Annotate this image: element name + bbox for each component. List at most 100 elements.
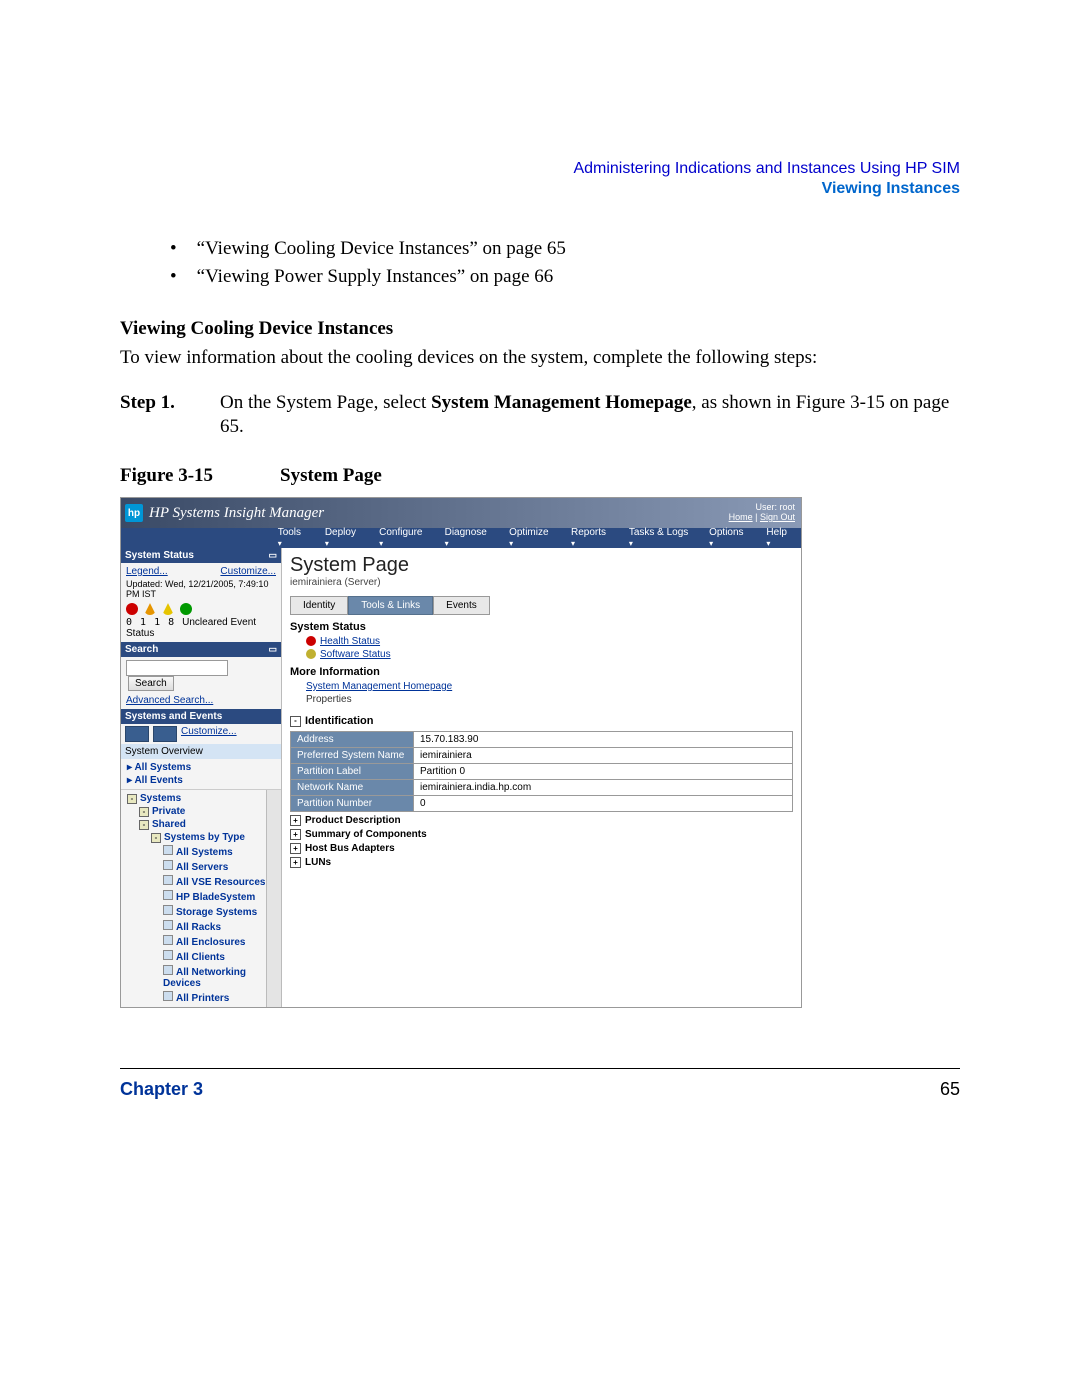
home-link[interactable]: Home <box>729 512 753 522</box>
panel-systems-events-header: Systems and Events <box>121 709 281 724</box>
page-subtitle: iemirainiera (Server) <box>290 577 793 588</box>
expand-icon: + <box>290 857 301 868</box>
critical-icon <box>306 636 316 646</box>
menu-optimize[interactable]: Optimize <box>499 527 561 549</box>
expand-icon: + <box>290 815 301 826</box>
legend-link[interactable]: Legend... <box>126 566 168 577</box>
expand-summary-components[interactable]: +Summary of Components <box>290 829 793 840</box>
app-titlebar: hp HP Systems Insight Manager User: root… <box>121 498 801 528</box>
bullet-dot-icon: • <box>170 238 177 260</box>
expand-product-description[interactable]: +Product Description <box>290 815 793 826</box>
menu-tasks-logs[interactable]: Tasks & Logs <box>619 527 699 549</box>
table-row: Network Nameiemirainiera.india.hp.com <box>291 780 793 796</box>
advanced-search-link[interactable]: Advanced Search... <box>126 695 276 706</box>
running-header: Administering Indications and Instances … <box>120 160 960 198</box>
customize-link[interactable]: Customize... <box>181 726 237 742</box>
system-overview-item[interactable]: System Overview <box>121 744 281 759</box>
menu-diagnose[interactable]: Diagnose <box>435 527 499 549</box>
page-number: 65 <box>940 1079 960 1100</box>
tree-shared[interactable]: -Shared <box>137 818 277 831</box>
table-row: Partition LabelPartition 0 <box>291 764 793 780</box>
tree-leaf[interactable]: All Clients <box>161 949 277 964</box>
table-row: Partition Number0 <box>291 796 793 812</box>
tab-identity[interactable]: Identity <box>290 596 348 615</box>
header-section-title: Viewing Instances <box>120 180 960 198</box>
menu-configure[interactable]: Configure <box>369 527 434 549</box>
bullet-text: “Viewing Power Supply Instances” on page… <box>197 266 554 288</box>
page-footer: Chapter 3 65 <box>120 1068 960 1100</box>
folder-icon <box>163 950 173 960</box>
properties-link[interactable]: Properties <box>306 694 793 705</box>
tree-all-systems[interactable]: ▸ All Systems <box>125 761 277 774</box>
folder-icon <box>163 875 173 885</box>
tree-private[interactable]: -Private <box>137 805 277 818</box>
header-chapter-title: Administering Indications and Instances … <box>120 160 960 178</box>
figure-caption: Figure 3-15 System Page <box>120 465 960 487</box>
folder-icon <box>163 965 173 975</box>
bullet-item: • “Viewing Cooling Device Instances” on … <box>170 238 960 260</box>
folder-icon <box>163 890 173 900</box>
tree-leaf[interactable]: All Racks <box>161 919 277 934</box>
menu-reports[interactable]: Reports <box>561 527 619 549</box>
step-1: Step 1. On the System Page, select Syste… <box>120 391 960 440</box>
tree-leaf[interactable]: All Servers <box>161 859 277 874</box>
main-menubar: Tools Deploy Configure Diagnose Optimize… <box>121 528 801 548</box>
tree-leaf[interactable]: All VSE Resources <box>161 874 277 889</box>
mini-button-1[interactable] <box>125 726 149 742</box>
tab-events[interactable]: Events <box>433 596 490 615</box>
updated-timestamp: Updated: Wed, 12/21/2005, 7:49:10 PM IST <box>126 579 276 599</box>
menu-help[interactable]: Help <box>756 527 801 549</box>
smh-link[interactable]: System Management Homepage <box>306 681 793 692</box>
tree-leaf[interactable]: HP BladeSystem <box>161 889 277 904</box>
major-icon <box>144 603 156 615</box>
tree-leaf[interactable]: All Enclosures <box>161 934 277 949</box>
critical-icon <box>126 603 138 615</box>
expand-icon: + <box>290 843 301 854</box>
menu-deploy[interactable]: Deploy <box>315 527 369 549</box>
collapse-icon[interactable]: - <box>290 716 301 727</box>
folder-icon <box>163 991 173 1001</box>
expand-icon: + <box>290 829 301 840</box>
mini-button-2[interactable] <box>153 726 177 742</box>
section-more-information: More Information <box>290 666 793 678</box>
tree-leaf[interactable]: All Printers <box>161 990 277 1005</box>
folder-icon <box>163 845 173 855</box>
tabs: Identity Tools & Links Events <box>290 596 793 615</box>
software-status-link[interactable]: Software Status <box>306 649 793 660</box>
folder-icon <box>163 935 173 945</box>
expand-luns[interactable]: +LUNs <box>290 857 793 868</box>
expand-host-bus-adapters[interactable]: +Host Bus Adapters <box>290 843 793 854</box>
hp-logo-icon: hp <box>125 504 143 522</box>
tree-systems[interactable]: -Systems <box>125 792 277 805</box>
menu-options[interactable]: Options <box>699 527 756 549</box>
tree-all-events[interactable]: ▸ All Events <box>125 774 277 787</box>
figure-title: System Page <box>280 465 382 487</box>
info-icon <box>306 649 316 659</box>
customize-link[interactable]: Customize... <box>220 566 276 577</box>
table-row: Preferred System Nameiemirainiera <box>291 748 793 764</box>
tree-leaf[interactable]: Storage Systems <box>161 904 277 919</box>
signout-link[interactable]: Sign Out <box>760 512 795 522</box>
health-status-link[interactable]: Health Status <box>306 636 793 647</box>
search-input[interactable] <box>126 660 228 676</box>
tree-systems-by-type[interactable]: -Systems by Type <box>149 831 277 844</box>
section-body: To view information about the cooling de… <box>120 346 960 371</box>
menu-tools[interactable]: Tools <box>268 527 315 549</box>
chapter-label: Chapter 3 <box>120 1079 203 1100</box>
tab-tools-links[interactable]: Tools & Links <box>348 596 433 615</box>
section-system-status: System Status <box>290 621 793 633</box>
screenshot-system-page: hp HP Systems Insight Manager User: root… <box>120 497 802 1008</box>
tree-leaf[interactable]: All Systems <box>161 844 277 859</box>
bullet-item: • “Viewing Power Supply Instances” on pa… <box>170 266 960 288</box>
sidebar-scrollbar[interactable] <box>266 790 281 1007</box>
table-row: Address15.70.183.90 <box>291 732 793 748</box>
status-icons-row <box>126 603 276 615</box>
step-label: Step 1. <box>120 391 220 440</box>
identification-header[interactable]: - Identification <box>290 715 793 727</box>
search-button[interactable]: Search <box>128 676 174 691</box>
tree-leaf[interactable]: All Networking Devices <box>161 964 277 990</box>
collapse-icon[interactable]: ▭ <box>268 644 277 655</box>
panel-system-status-header: System Status ▭ <box>121 548 281 563</box>
collapse-icon[interactable]: ▭ <box>268 550 277 561</box>
figure-label: Figure 3-15 <box>120 465 280 487</box>
